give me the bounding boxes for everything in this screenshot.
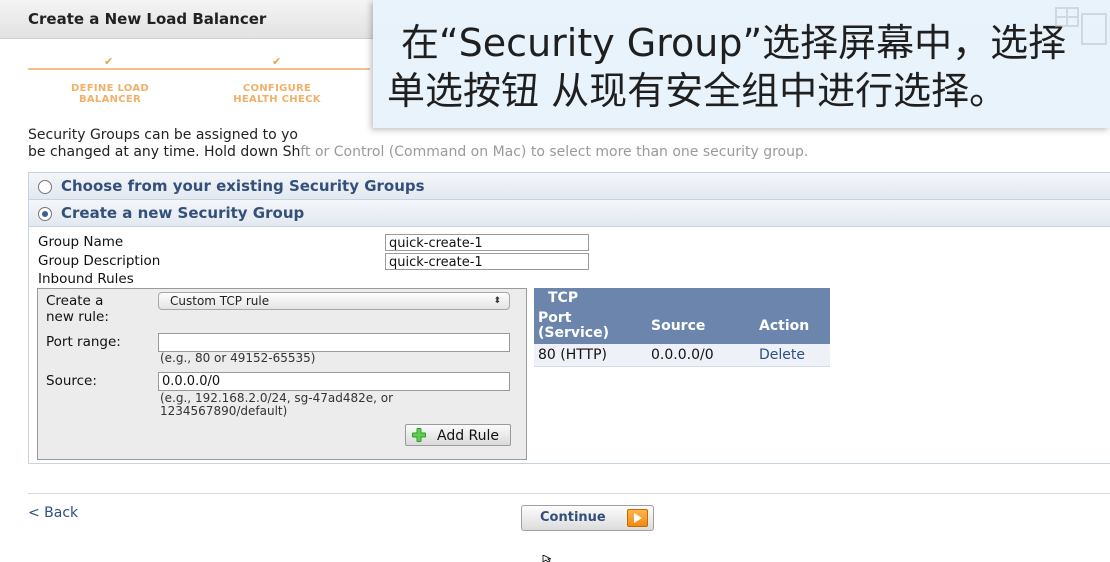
inbound-rules-label: Inbound Rules	[38, 271, 134, 287]
step-2-label-line2: HEALTH CHECK	[233, 94, 321, 105]
step-2-label: CONFIGURE HEALTH CHECK	[222, 83, 332, 105]
option-existing-row[interactable]: Choose from your existing Security Group…	[29, 173, 1110, 200]
watermark-icon	[1055, 7, 1107, 45]
port-range-hint: (e.g., 80 or 49152-65535)	[160, 351, 316, 365]
option-existing-radio[interactable]	[38, 180, 52, 194]
dialog-title: Create a New Load Balancer	[28, 10, 267, 28]
column-source: Source	[651, 318, 706, 334]
chevron-updown-icon: ⬍	[493, 296, 501, 306]
intro-line-2: be changed at any time. Hold down Shft o…	[28, 144, 808, 160]
plus-icon	[412, 428, 426, 442]
intro-line-1: Security Groups can be assigned to yo	[28, 127, 298, 143]
option-new-label[interactable]: Create a new Security Group	[61, 204, 304, 222]
source-label: Source:	[46, 373, 97, 389]
tcp-table-header: TCP Port (Service) Source Action	[534, 288, 830, 344]
continue-label: Continue	[540, 510, 606, 525]
port-range-input[interactable]	[158, 333, 510, 352]
step-1-label-line2: BALANCER	[78, 94, 142, 105]
group-description-label: Group Description	[38, 253, 161, 269]
column-port-line1: Port	[538, 310, 572, 326]
column-port-service: Port (Service)	[538, 311, 609, 341]
option-new-radio[interactable]	[38, 207, 52, 221]
create-rule-label: Create a new rule:	[46, 293, 109, 325]
intro-line-2-b: ft or Control (Command on Mac) to select…	[300, 144, 809, 160]
continue-button[interactable]: Continue	[521, 505, 654, 531]
create-rule-label-line1: Create a	[46, 293, 104, 309]
add-rule-label: Add Rule	[437, 428, 500, 444]
create-rule-label-line2: new rule:	[46, 309, 109, 325]
group-description-input[interactable]: quick-create-1	[385, 253, 589, 270]
step-1-label-line1: DEFINE LOAD	[71, 83, 149, 94]
column-port-line2: (Service)	[538, 325, 609, 341]
rule-source-cell: 0.0.0.0/0	[651, 347, 714, 363]
source-input[interactable]: 0.0.0.0/0	[158, 372, 510, 391]
step-2-label-line1: CONFIGURE	[242, 83, 312, 94]
group-name-input[interactable]: quick-create-1	[385, 234, 589, 251]
wizard-progress-line	[28, 68, 370, 70]
rule-port-cell: 80 (HTTP)	[538, 347, 608, 363]
option-new-row[interactable]: Create a new Security Group	[29, 200, 1110, 227]
delete-rule-link[interactable]: Delete	[759, 347, 805, 363]
step-2-check-icon: ✔	[272, 55, 282, 68]
table-row: 80 (HTTP) 0.0.0.0/0 Delete	[534, 344, 830, 367]
port-range-label: Port range:	[46, 334, 121, 350]
tcp-table-title: TCP	[548, 290, 579, 306]
radio-selected-dot	[42, 211, 48, 217]
footer-divider	[28, 493, 1110, 494]
rule-type-select[interactable]: Custom TCP rule ⬍	[158, 292, 510, 310]
subtitle-overlay: 在“Security Group”选择屏幕中，选择 单选按钮 从现有安全组中进行…	[373, 0, 1110, 128]
step-1-label: DEFINE LOAD BALANCER	[55, 83, 165, 105]
source-hint-line-2: 1234567890/default)	[160, 404, 288, 418]
column-action: Action	[759, 318, 810, 334]
step-1-check-icon: ✔	[104, 55, 114, 68]
add-rule-button[interactable]: Add Rule	[405, 424, 511, 446]
option-existing-label[interactable]: Choose from your existing Security Group…	[61, 177, 425, 195]
rule-type-value: Custom TCP rule	[170, 294, 270, 308]
back-link[interactable]: < Back	[28, 505, 78, 521]
subtitle-line-2: 单选按钮 从现有安全组中进行选择。	[387, 69, 1008, 113]
subtitle-line-1: 在“Security Group”选择屏幕中，选择	[401, 21, 1067, 65]
group-name-label: Group Name	[38, 234, 124, 250]
intro-line-2-a: be changed at any time. Hold down Sh	[28, 144, 301, 160]
mouse-cursor-icon	[542, 555, 552, 562]
play-arrow-icon	[627, 509, 648, 527]
